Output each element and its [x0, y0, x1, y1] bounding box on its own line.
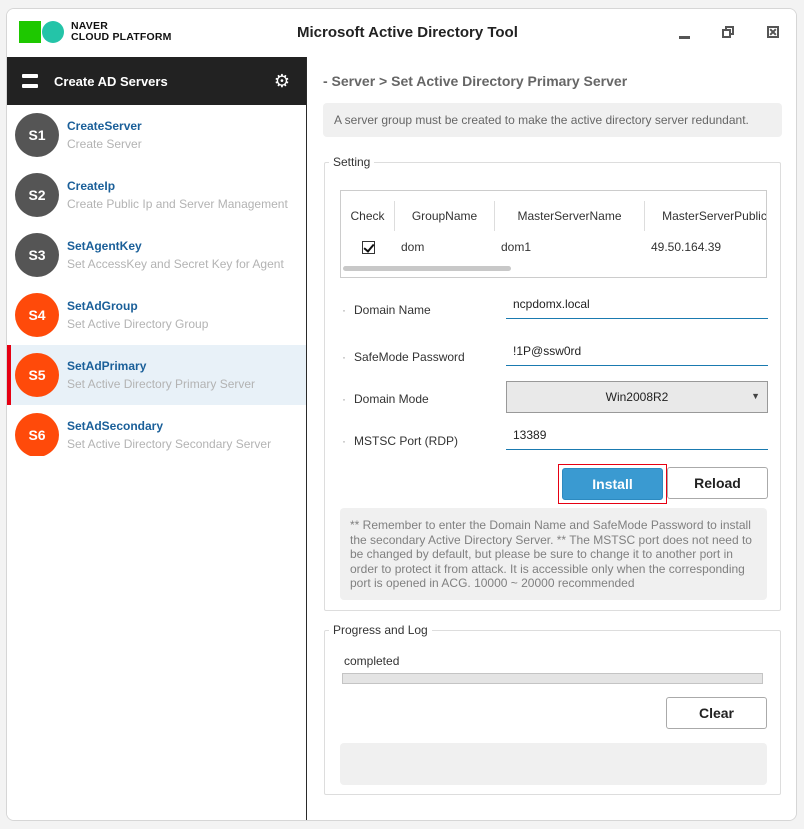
step-desc: Set Active Directory Group	[67, 317, 209, 331]
step-desc: Create Public Ip and Server Management	[67, 197, 288, 211]
sidebar: Create AD Servers ⚙ S1 CreateServer Creat…	[7, 57, 307, 820]
sidebar-item-setagentkey[interactable]: S3 SetAgentKey Set AccessKey and Secret K…	[7, 225, 306, 285]
mstsc-port-label: MSTSC Port (RDP)	[342, 434, 458, 448]
step-badge: S3	[15, 233, 59, 277]
step-name: SetAdPrimary	[67, 359, 147, 373]
window-title: Microsoft Active Directory Tool	[297, 24, 518, 41]
column-header[interactable]: MasterServerPublic	[645, 201, 766, 231]
sidebar-item-setadprimary[interactable]: S5 SetAdPrimary Set Active Directory Prim…	[7, 345, 306, 405]
logo-line2: CLOUD PLATFORM	[71, 31, 172, 43]
column-header[interactable]: Check	[341, 201, 395, 231]
step-desc: Set Active Directory Primary Server	[67, 377, 256, 391]
step-badge: S6	[15, 413, 59, 456]
main-panel: - Server > Set Active Directory Primary …	[308, 57, 796, 820]
reload-button[interactable]: Reload	[667, 467, 768, 499]
step-name: CreateServer	[67, 119, 142, 133]
horizontal-scrollbar[interactable]	[343, 266, 511, 271]
progress-bar	[342, 673, 763, 684]
step-desc: Create Server	[67, 137, 142, 151]
server-icon	[22, 74, 38, 88]
domain-mode-label: Domain Mode	[342, 392, 429, 406]
naver-cloud-logo: NAVER CLOUD PLATFORM	[19, 21, 172, 43]
step-name: SetAdSecondary	[67, 419, 164, 433]
step-badge: S2	[15, 173, 59, 217]
close-icon[interactable]	[766, 25, 782, 41]
step-list: S1 CreateServer Create Server S2 CreateIp…	[7, 105, 306, 456]
step-name: SetAgentKey	[67, 239, 142, 253]
logo-circle-icon	[42, 21, 64, 43]
step-name: SetAdGroup	[67, 299, 138, 313]
table-row[interactable]: dom dom1 49.50.164.39	[341, 231, 766, 263]
sidebar-item-setadgroup[interactable]: S4 SetAdGroup Set Active Directory Group	[7, 285, 306, 345]
install-highlight: Install	[558, 464, 667, 504]
log-output[interactable]	[340, 743, 767, 785]
step-name: CreateIp	[67, 179, 116, 193]
app-window: NAVER CLOUD PLATFORM Microsoft Active Di…	[6, 8, 797, 821]
setting-legend: Setting	[333, 155, 371, 169]
mstsc-port-input[interactable]	[506, 420, 768, 450]
sidebar-item-setadsecondary[interactable]: S6 SetAdSecondary Set Active Directory Se…	[7, 405, 306, 456]
progress-legend: Progress and Log	[333, 623, 428, 637]
logo-square-icon	[19, 21, 41, 43]
progress-log-group: Progress and Log completed Clear	[324, 623, 781, 795]
step-badge: S1	[15, 113, 59, 157]
sidebar-item-createip[interactable]: S2 CreateIp Create Public Ip and Server M…	[7, 165, 306, 225]
notice-box: A server group must be created to make t…	[323, 103, 782, 137]
step-badge: S4	[15, 293, 59, 337]
install-button[interactable]: Install	[562, 468, 663, 500]
safemode-password-input[interactable]	[506, 336, 768, 366]
domain-mode-select[interactable]: Win2008R2 ▼	[506, 381, 768, 413]
safemode-password-label: SafeMode Password	[342, 350, 465, 364]
sidebar-title: Create AD Servers	[54, 73, 168, 89]
clear-button[interactable]: Clear	[666, 697, 767, 729]
domain-name-label: Domain Name	[342, 303, 431, 317]
row-checkbox[interactable]	[361, 240, 375, 254]
step-badge: S5	[15, 353, 59, 397]
group-name-cell: dom	[401, 240, 425, 254]
grid-header: Check GroupName MasterServerName MasterS…	[341, 201, 766, 231]
maximize-icon[interactable]	[721, 25, 737, 41]
master-server-name-cell: dom1	[501, 240, 532, 254]
sidebar-item-createserver[interactable]: S1 CreateServer Create Server	[7, 105, 306, 165]
gear-icon[interactable]: ⚙	[274, 72, 290, 90]
step-desc: Set AccessKey and Secret Key for Agent	[67, 257, 284, 271]
step-desc: Set Active Directory Secondary Server	[67, 437, 272, 451]
title-bar: NAVER CLOUD PLATFORM Microsoft Active Di…	[7, 9, 796, 57]
chevron-down-icon: ▼	[751, 391, 760, 401]
setting-group: Setting Check GroupName MasterServerName…	[324, 155, 781, 611]
master-server-public-cell: 49.50.164.39	[651, 240, 722, 254]
column-header[interactable]: GroupName	[395, 201, 495, 231]
server-group-grid[interactable]: Check GroupName MasterServerName MasterS…	[340, 190, 767, 278]
minimize-icon[interactable]	[677, 25, 693, 41]
sidebar-header: Create AD Servers ⚙	[7, 57, 306, 105]
domain-name-input[interactable]	[506, 289, 768, 319]
progress-status: completed	[344, 654, 400, 668]
column-header[interactable]: MasterServerName	[495, 201, 645, 231]
remember-note: ** Remember to enter the Domain Name and…	[340, 508, 767, 600]
breadcrumb: - Server > Set Active Directory Primary …	[323, 73, 628, 89]
domain-mode-value: Win2008R2	[605, 390, 669, 404]
